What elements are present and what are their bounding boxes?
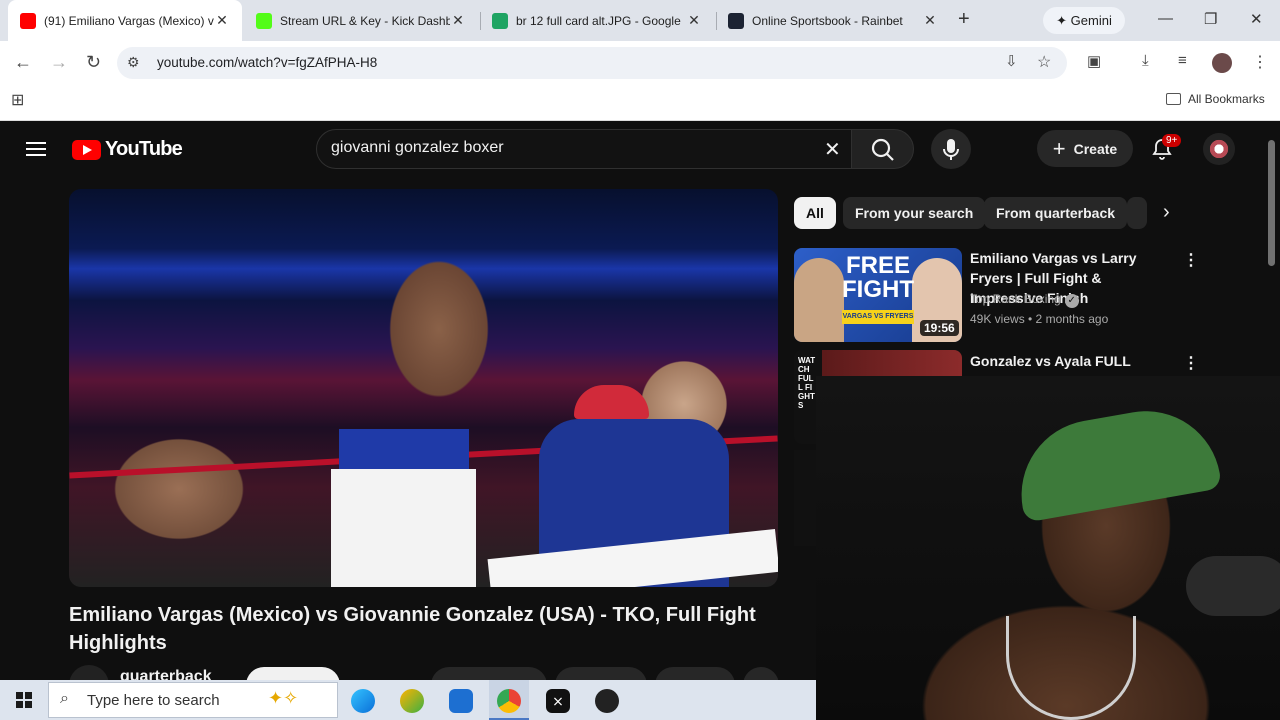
chevron-right-icon[interactable]: ›	[1163, 201, 1170, 224]
chrome-icon[interactable]	[497, 689, 521, 713]
thumb-fighter-left	[794, 258, 844, 342]
install-app-icon[interactable]: ⇩	[1005, 52, 1018, 70]
bookmarks-bar	[0, 85, 1280, 121]
media-control-icon[interactable]: ≡	[1178, 52, 1187, 69]
tab-title: Online Sportsbook - Rainbet	[752, 13, 903, 28]
google-drive-favicon-icon	[492, 12, 508, 29]
rainbet-favicon-icon	[728, 12, 744, 29]
kick-favicon-icon	[256, 12, 272, 29]
tab-title: br 12 full card alt.JPG - Google	[516, 13, 681, 28]
rec-channel-name: Top Rank Boxing	[970, 292, 1061, 306]
site-info-icon[interactable]: ⚙	[127, 54, 140, 71]
close-tab-icon[interactable]: ✕	[922, 12, 938, 29]
folder-icon	[1166, 93, 1181, 105]
menu-kebab-icon[interactable]: ⋮	[1252, 52, 1268, 72]
all-bookmarks-label: All Bookmarks	[1188, 92, 1265, 106]
gemini-sparkle-icon: ✦	[1056, 12, 1071, 28]
copilot-sparkle-icon[interactable]: ✦✧	[268, 688, 298, 709]
tab-title: (91) Emiliano Vargas (Mexico) v	[44, 13, 214, 28]
close-tab-icon[interactable]: ✕	[214, 12, 230, 29]
notification-badge: 9+	[1162, 134, 1182, 147]
close-tab-icon[interactable]: ✕	[450, 12, 466, 29]
url-text[interactable]: youtube.com/watch?v=fgZAfPHA-H8	[157, 55, 377, 70]
all-bookmarks-button[interactable]: All Bookmarks	[1166, 92, 1265, 106]
youtube-favicon-icon	[20, 12, 36, 29]
youtube-play-icon	[72, 139, 101, 160]
webcam-overlay	[816, 376, 1280, 720]
studio-microphone	[1186, 556, 1280, 616]
boxer-shorts	[331, 469, 476, 587]
gemini-button[interactable]: ✦ Gemini	[1043, 7, 1125, 34]
plus-icon: +	[1052, 135, 1066, 161]
youtube-logo[interactable]: YouTube	[72, 138, 183, 161]
restore-icon[interactable]: ❐	[1204, 10, 1217, 28]
video-player[interactable]	[69, 189, 778, 587]
taskbar-search-input[interactable]: Type here to search	[87, 692, 220, 709]
tab-kick[interactable]: Stream URL & Key - Kick Dashb ✕	[244, 0, 478, 41]
windows-start-icon[interactable]	[16, 692, 32, 708]
tab-title: Stream URL & Key - Kick Dashb	[280, 13, 450, 28]
search-input[interactable]: giovanni gonzalez boxer	[331, 139, 504, 157]
chip-partial[interactable]	[1127, 197, 1147, 229]
duration-badge: 19:56	[920, 320, 959, 336]
thumb-headline: FREE FIGHT	[842, 252, 914, 303]
bookmark-star-icon[interactable]: ☆	[1037, 52, 1051, 72]
back-icon[interactable]: ←	[14, 52, 32, 73]
create-label: Create	[1073, 140, 1118, 157]
hamburger-menu-icon[interactable]	[26, 142, 46, 156]
download-icon[interactable]: ⤓	[1142, 52, 1149, 69]
gemini-label: Gemini	[1070, 13, 1112, 28]
green-cap	[1009, 399, 1223, 523]
youtube-wordmark: YouTube	[105, 138, 183, 160]
chip-from-quarterback[interactable]: From quarterback	[984, 197, 1128, 229]
account-avatar[interactable]	[1203, 133, 1235, 165]
obs-icon[interactable]	[595, 689, 619, 713]
file-explorer-icon[interactable]	[449, 689, 473, 713]
rec-more-icon[interactable]: ⋮	[1183, 353, 1199, 373]
close-window-icon[interactable]: ✕	[1250, 10, 1263, 28]
tab-youtube[interactable]: (91) Emiliano Vargas (Mexico) v ✕	[8, 0, 242, 41]
rec-meta: 49K views • 2 months ago	[970, 312, 1109, 326]
thumb-side-text: WATCH FULL FIGHTS	[798, 356, 816, 410]
chip-from-your-search[interactable]: From your search	[843, 197, 986, 229]
page-scrollbar[interactable]	[1268, 140, 1275, 266]
clear-search-icon[interactable]: ✕	[824, 137, 841, 162]
microphone-icon	[943, 139, 959, 160]
minimize-icon[interactable]: —	[1158, 10, 1173, 27]
chip-all[interactable]: All	[794, 197, 836, 229]
rec-more-icon[interactable]: ⋮	[1183, 250, 1199, 270]
app-icon[interactable]	[400, 689, 424, 713]
search-icon: ⌕	[60, 690, 69, 707]
forward-icon[interactable]: →	[50, 52, 68, 73]
verified-check-icon: ✓	[1064, 294, 1079, 308]
voice-search-button[interactable]	[931, 129, 971, 169]
profile-avatar[interactable]	[1212, 53, 1232, 73]
thumb-subtitle-band: VARGAS VS FRYERS	[842, 310, 914, 324]
create-button[interactable]: + Create	[1037, 130, 1133, 167]
video-title: Emiliano Vargas (Mexico) vs Giovannie Go…	[69, 604, 756, 654]
capcut-icon[interactable]: ⨯	[546, 689, 570, 713]
search-icon	[871, 138, 894, 161]
edge-icon[interactable]	[351, 689, 375, 713]
red-cap	[574, 385, 649, 419]
tab-google-drive[interactable]: br 12 full card alt.JPG - Google ✕	[480, 0, 714, 41]
cast-icon[interactable]: ▣	[1087, 52, 1101, 70]
search-button[interactable]	[851, 129, 914, 169]
thumb-subtitle: VARGAS VS FRYERS	[842, 313, 914, 320]
reload-icon[interactable]: ↻	[86, 52, 101, 73]
chain-necklace	[1006, 616, 1136, 720]
tab-rainbet[interactable]: Online Sportsbook - Rainbet ✕	[716, 0, 950, 41]
new-tab-button[interactable]: +	[958, 8, 970, 31]
rec-channel[interactable]: Top Rank Boxing ✓	[970, 292, 1079, 308]
apps-grid-icon[interactable]: ⊞	[11, 90, 24, 110]
close-tab-icon[interactable]: ✕	[686, 12, 702, 29]
